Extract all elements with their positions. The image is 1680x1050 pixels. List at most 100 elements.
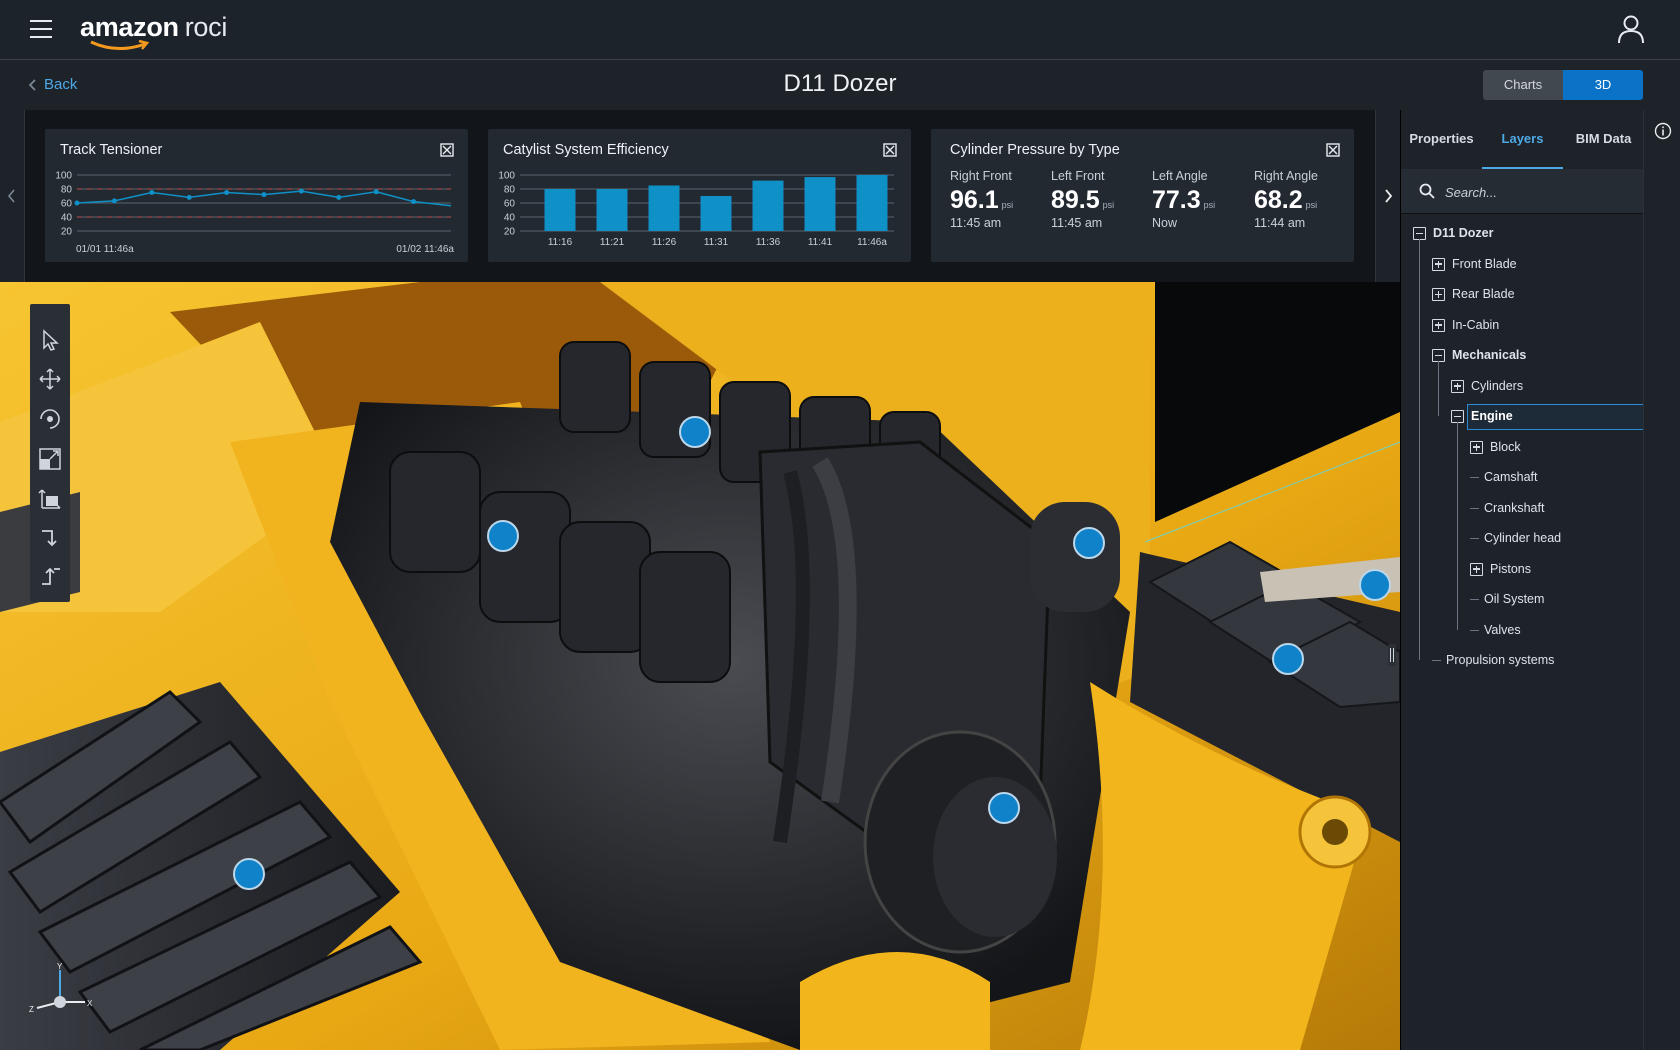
tree-item-label: Oil System xyxy=(1484,592,1545,606)
viewport-toolbar xyxy=(30,304,70,602)
tree-guide-line xyxy=(1438,361,1439,416)
info-icon[interactable] xyxy=(1654,122,1672,140)
pressure-metric-right-angle: Right Angle 68.2 psi 11:44 am xyxy=(1254,169,1318,230)
hotspot-marker[interactable] xyxy=(1073,527,1105,559)
step-up-tool-icon[interactable] xyxy=(36,562,64,590)
tree-item-label: Block xyxy=(1490,439,1521,454)
tab-properties[interactable]: Properties xyxy=(1401,110,1482,169)
y-tick-label: 40 xyxy=(504,213,516,224)
tab-bim-data[interactable]: BIM Data xyxy=(1563,110,1644,169)
hotspot-marker[interactable] xyxy=(487,520,519,552)
strip-scroll-right[interactable] xyxy=(1375,110,1401,282)
hotspot-marker[interactable] xyxy=(1359,569,1391,601)
hamburger-menu-icon[interactable] xyxy=(30,20,52,38)
card-title: Cylinder Pressure by Type xyxy=(950,142,1120,158)
metric-value: 68.2 xyxy=(1254,186,1303,214)
chevron-left-icon xyxy=(7,189,15,203)
data-point xyxy=(298,188,304,194)
charts-view-button[interactable]: Charts xyxy=(1483,70,1563,100)
bar xyxy=(752,180,784,231)
3d-viewport[interactable]: Y Z X xyxy=(0,282,1400,1050)
metric-time: 11:44 am xyxy=(1254,216,1306,230)
pressure-metric-left-angle: Left Angle 77.3 psi Now xyxy=(1152,169,1215,230)
panel-resize-handle[interactable] xyxy=(1388,644,1396,666)
y-tick-label: 60 xyxy=(61,199,73,210)
expand-icon[interactable] xyxy=(883,143,897,157)
tree-item-label: Cylinder head xyxy=(1484,531,1562,545)
x-tick-label: 11:26 xyxy=(652,237,677,248)
tree-item-label: Cylinders xyxy=(1471,378,1524,393)
hotspot-marker[interactable] xyxy=(988,792,1020,824)
metric-unit: psi xyxy=(1102,200,1115,210)
expand-icon[interactable] xyxy=(1470,562,1483,576)
axis-label-z: Z xyxy=(29,1005,34,1014)
pan-tool-icon[interactable] xyxy=(36,365,64,393)
scale-tool-icon[interactable] xyxy=(36,484,64,512)
tree-item-label: Valves xyxy=(1484,622,1521,637)
data-point xyxy=(411,199,417,205)
efficiency-card: Catylist System Efficiency 100 80 60 40 20 11… xyxy=(488,129,911,262)
tree-item-label: Mechanicals xyxy=(1452,348,1527,362)
metric-label: Right Front xyxy=(950,169,1012,183)
x-tick-label: 11:31 xyxy=(704,237,729,248)
hotspot-marker[interactable] xyxy=(233,858,265,890)
orbit-tool-icon[interactable] xyxy=(36,405,64,433)
expand-icon[interactable] xyxy=(1470,440,1483,454)
select-tool-icon[interactable] xyxy=(36,326,64,354)
tree-item-label: Front Blade xyxy=(1452,256,1517,271)
metric-label: Right Angle xyxy=(1254,169,1318,183)
y-tick-label: 40 xyxy=(61,213,73,224)
axis-label-y: Y xyxy=(57,962,63,971)
tree-item-label: Propulsion systems xyxy=(1446,653,1555,667)
metric-time: Now xyxy=(1152,216,1178,230)
bar xyxy=(804,177,836,231)
bar xyxy=(648,185,680,231)
x-tick-label: 01/01 11:46a xyxy=(76,244,134,255)
user-profile-icon[interactable] xyxy=(1616,14,1646,44)
tree-item-label: In-Cabin xyxy=(1452,317,1500,332)
metric-value: 89.5 xyxy=(1051,186,1100,214)
metric-time: 11:45 am xyxy=(1051,216,1103,230)
expand-icon[interactable] xyxy=(1432,257,1445,271)
app-logo[interactable]: amazon roci xyxy=(80,12,227,50)
logo-brand: amazon xyxy=(80,12,179,42)
expand-icon[interactable] xyxy=(1326,143,1340,157)
tree-item-label: Engine xyxy=(1471,409,1513,423)
search-bar xyxy=(1401,169,1644,214)
data-point xyxy=(149,190,155,195)
x-tick-label: 11:36 xyxy=(756,237,781,248)
hotspot-marker[interactable] xyxy=(1272,643,1304,675)
dozer-model-render xyxy=(0,282,1400,1050)
data-point xyxy=(224,190,230,195)
zoom-extents-tool-icon[interactable] xyxy=(36,445,64,473)
logo-smile-icon xyxy=(90,40,150,50)
y-tick-label: 100 xyxy=(55,171,72,182)
metric-label: Left Angle xyxy=(1152,169,1208,183)
bar xyxy=(700,196,732,231)
card-title: Catylist System Efficiency xyxy=(503,142,669,158)
axis-label-x: X xyxy=(87,999,93,1008)
step-down-tool-icon[interactable] xyxy=(36,523,64,551)
3d-view-button[interactable]: 3D view xyxy=(1563,70,1643,100)
expand-icon[interactable] xyxy=(1451,379,1464,393)
page-title: D11 Dozer xyxy=(783,70,897,97)
tab-layers[interactable]: Layers xyxy=(1482,110,1563,169)
expand-icon[interactable] xyxy=(440,143,454,157)
pressure-metric-left-front: Left Front 89.5 psi 11:45 am xyxy=(1051,169,1114,230)
data-point xyxy=(74,200,80,206)
strip-scroll-left[interactable] xyxy=(0,110,25,282)
data-point xyxy=(373,189,379,195)
metric-value: 96.1 xyxy=(950,186,999,214)
y-tick-label: 60 xyxy=(504,199,516,210)
expand-icon[interactable] xyxy=(1432,318,1445,332)
metric-unit: psi xyxy=(1305,200,1318,210)
metric-label: Left Front xyxy=(1051,169,1105,183)
x-tick-label: 11:46a xyxy=(857,237,887,248)
search-input[interactable] xyxy=(1443,181,1627,203)
tree-guide-line xyxy=(1457,422,1458,630)
hotspot-marker[interactable] xyxy=(679,416,711,448)
expand-icon[interactable] xyxy=(1432,288,1445,301)
tree-guide-line xyxy=(1419,239,1420,660)
chevron-right-icon xyxy=(1385,189,1393,203)
x-tick-label: 11:16 xyxy=(548,237,573,248)
